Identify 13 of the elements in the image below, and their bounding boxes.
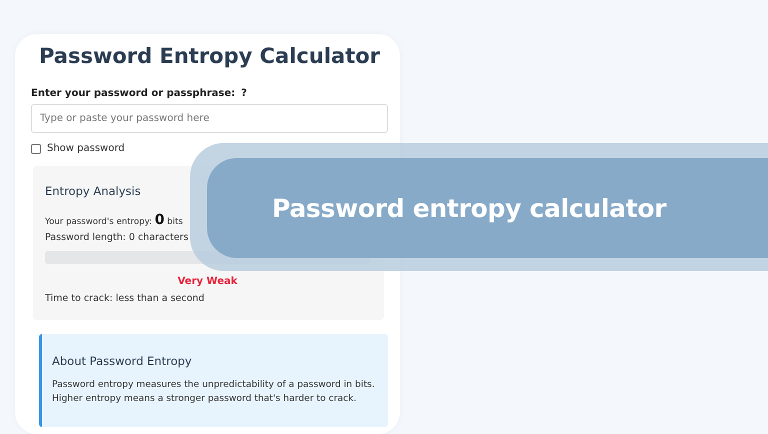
length-text: Password length: 0 characters [45,232,190,243]
banner-title: Password entropy calculator [272,194,666,222]
field-label: Enter your password or passphrase: [31,88,236,99]
show-password-checkbox[interactable] [31,144,41,154]
section-heading: About Password Entropy [52,354,193,368]
strength-label: Very Weak [178,276,238,287]
password-field[interactable]: Type or paste your password here [31,104,388,133]
page-title: Password Entropy Calculator [38,43,382,70]
crack-time-text: Time to crack: less than a second [45,293,206,304]
checkbox-label: Show password [47,143,125,154]
help-mark[interactable]: ? [241,88,247,99]
section-heading: Entropy Analysis [45,184,142,198]
info-text: Password entropy measures the unpredictability of a password in bits. Higher entropy means a stronger password that's harder to crack. [52,378,376,406]
